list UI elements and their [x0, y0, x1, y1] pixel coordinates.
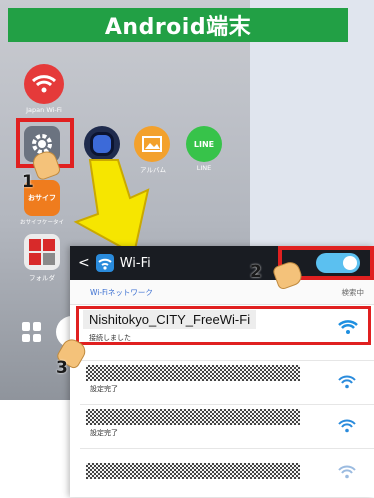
network-row[interactable]: [80, 448, 374, 498]
wifi-signal-icon: [338, 320, 358, 334]
redacted-ssid: [86, 365, 300, 381]
network-status: 設定完了: [90, 429, 118, 437]
network-row[interactable]: 設定完了: [80, 404, 374, 449]
redacted-ssid: [86, 463, 300, 479]
banner-title: Android端末: [104, 15, 252, 40]
back-button[interactable]: <: [70, 255, 96, 271]
app-label-japan-wifi: Japan Wi-Fi: [26, 106, 62, 114]
wifi-title: Wi-Fi: [119, 255, 151, 271]
wifi-glyph-icon: [31, 75, 57, 93]
wifi-signal-icon: [338, 465, 356, 479]
page-banner: Android端末: [8, 8, 348, 42]
network-status: 設定完了: [90, 385, 118, 393]
redacted-ssid: [86, 409, 300, 425]
network-row[interactable]: 設定完了: [80, 360, 374, 405]
wifi-settings-icon: [95, 254, 114, 272]
line-icon[interactable]: LINE: [186, 126, 222, 162]
network-ssid: Nishitokyo_CITY_FreeWi-Fi: [83, 310, 257, 329]
step-number-1: 1: [22, 172, 34, 192]
folder-tiles: [29, 239, 55, 265]
app-label-line: LINE: [196, 164, 212, 172]
step-number-3: 3: [56, 358, 68, 378]
folder-icon[interactable]: [24, 234, 60, 270]
network-status: 接続しました: [89, 334, 131, 342]
wifi-signal-icon: [338, 375, 356, 389]
wifi-toggle-switch[interactable]: [316, 253, 360, 273]
osaifu-logo-text: おサイフ: [28, 194, 56, 202]
wifi-signal-icon: [338, 419, 356, 433]
dock-apps-grid-icon[interactable]: [22, 322, 42, 342]
app-label-osaifu: おサイフケータイ: [19, 220, 64, 226]
app-label-folder: フォルダ: [29, 274, 55, 282]
step-number-2: 2: [250, 262, 262, 282]
wifi-section-label: Wi-Fiネットワーク: [90, 287, 153, 297]
selected-network-row[interactable]: Nishitokyo_CITY_FreeWi-Fi 接続しました: [76, 306, 371, 345]
line-logo-text: LINE: [193, 139, 215, 149]
japan-wifi-icon[interactable]: [24, 64, 64, 104]
wifi-network-section-header: Wi-Fiネットワーク 検索中: [70, 280, 374, 305]
scanning-label: 検索中: [341, 287, 365, 297]
toggle-knob: [343, 256, 357, 270]
yellow-arrow-icon: [73, 159, 150, 256]
